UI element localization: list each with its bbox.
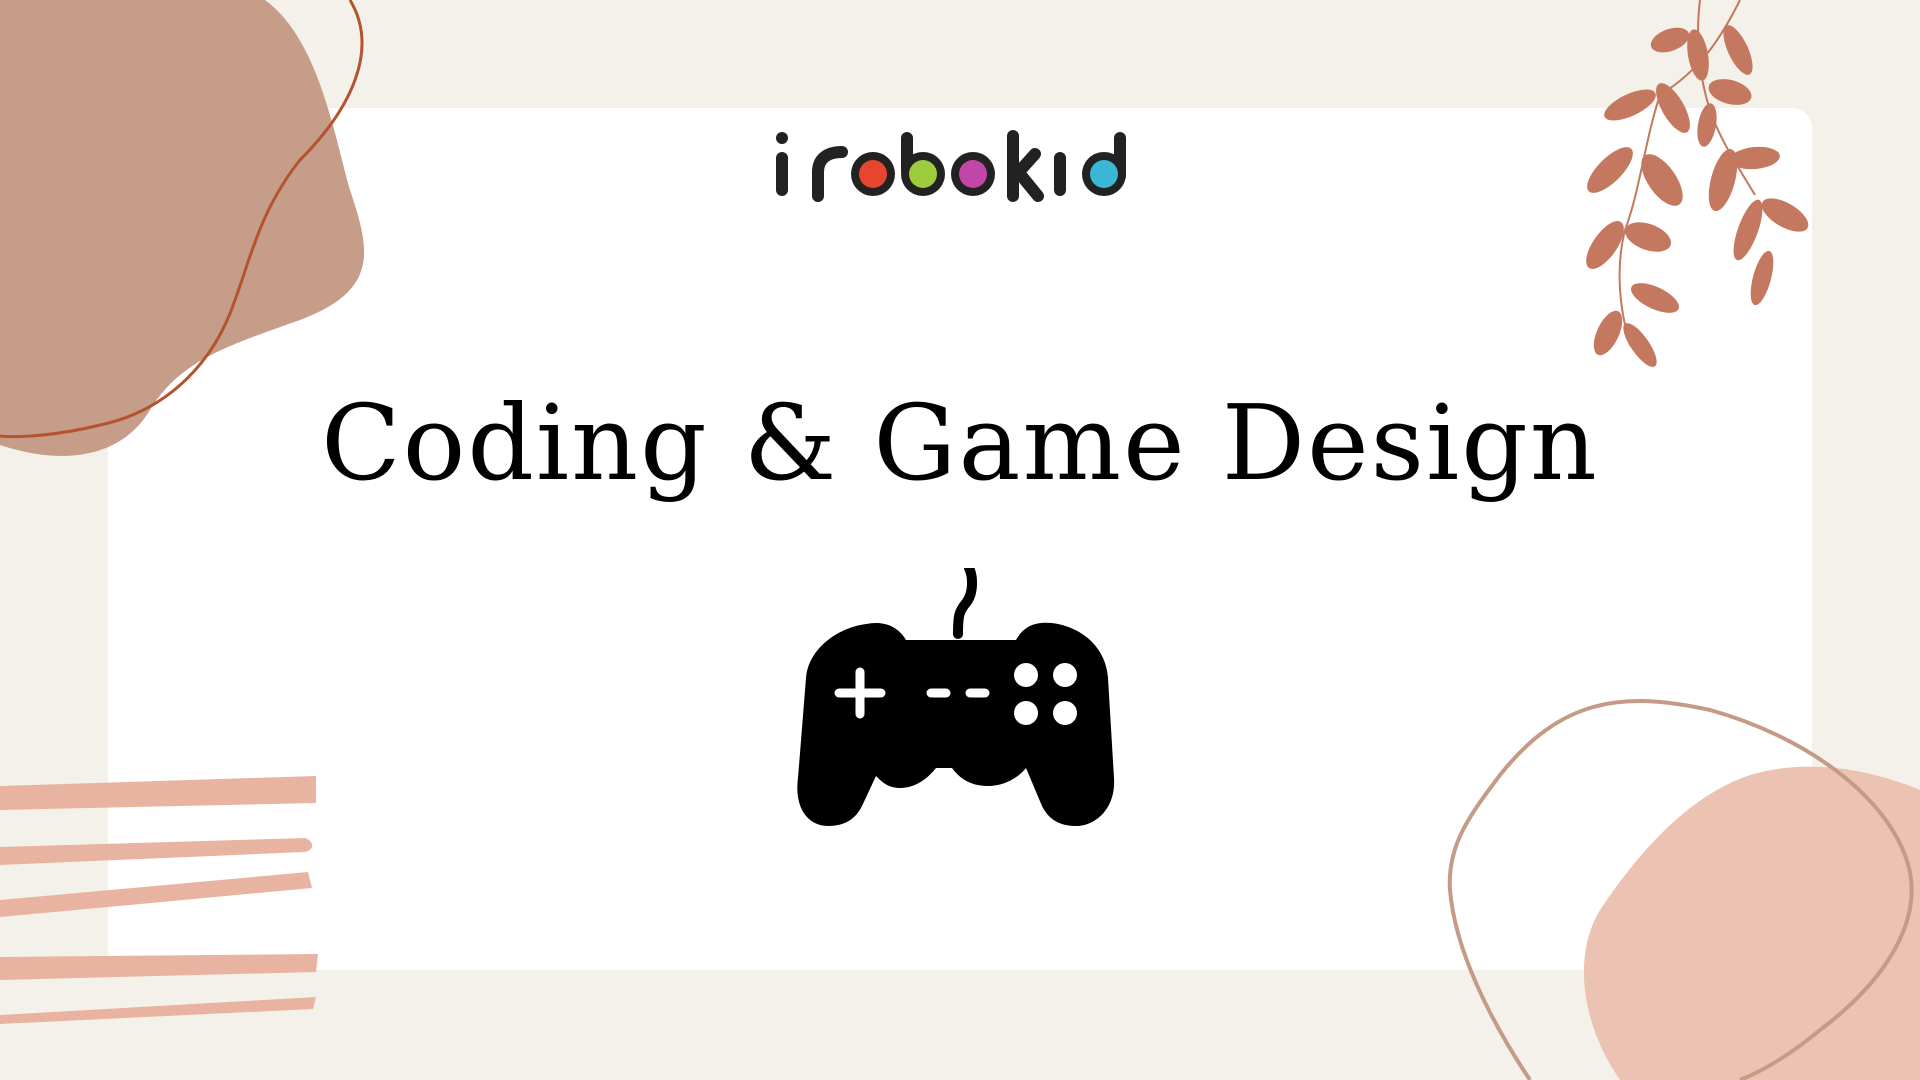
logo-letter-i — [776, 132, 788, 196]
logo-dot-magenta — [959, 160, 987, 188]
logo-letter-d — [1082, 132, 1126, 196]
logo-letter-i-2 — [1054, 152, 1066, 196]
logo-dot-cyan — [1090, 160, 1118, 188]
irobokid-logo: irobokid — [776, 130, 1126, 202]
game-controller-icon — [797, 568, 1115, 826]
logo-dot-green — [909, 160, 937, 188]
logo-letter-o-2 — [951, 152, 995, 196]
logo-letter-o-1 — [851, 152, 895, 196]
content-card — [108, 108, 1812, 970]
logo-dot-red — [859, 160, 887, 188]
page-title: Coding & Game Design — [321, 382, 1599, 504]
